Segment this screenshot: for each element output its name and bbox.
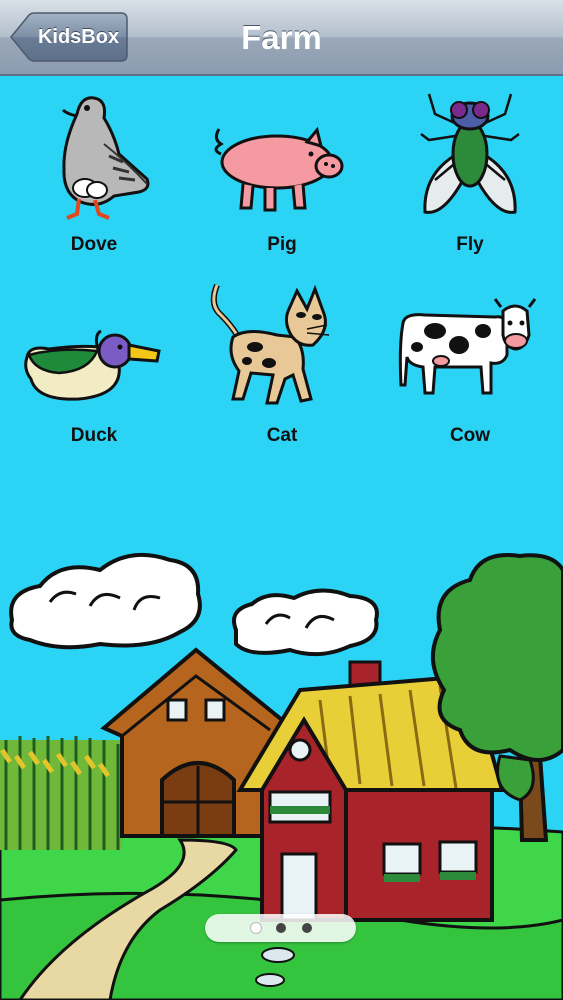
stepping-stone	[261, 947, 295, 963]
animal-item-cat[interactable]: Cat	[207, 275, 357, 465]
fly-icon	[420, 93, 520, 214]
cat-icon	[210, 283, 330, 405]
animal-label: Duck	[70, 425, 118, 446]
animal-label: Fly	[456, 234, 484, 255]
cloud-right	[232, 588, 379, 657]
animal-label: Cow	[449, 425, 491, 446]
animal-item-cow[interactable]: Cow	[395, 275, 545, 465]
page-control[interactable]	[205, 914, 356, 942]
animal-item-fly[interactable]: Fly	[395, 84, 545, 274]
animal-label: Pig	[267, 234, 297, 255]
stepping-stone	[255, 973, 285, 987]
animal-item-dove[interactable]: Dove	[19, 84, 169, 274]
navigation-bar: KidsBox Farm	[0, 0, 563, 76]
dove-icon	[61, 96, 150, 220]
cornfield	[0, 736, 122, 850]
animal-label: Cat	[266, 425, 298, 446]
cow-icon	[398, 298, 537, 395]
page-dot[interactable]	[302, 923, 312, 933]
page-dot[interactable]	[276, 923, 286, 933]
page-title: Farm	[241, 19, 322, 56]
barn	[100, 647, 284, 838]
cloud-left	[9, 552, 202, 650]
animal-item-pig[interactable]: Pig	[207, 84, 357, 274]
animal-item-duck[interactable]: Duck	[19, 275, 169, 465]
pig-icon	[214, 126, 344, 212]
duck-icon	[24, 329, 161, 401]
page-dot-active[interactable]	[251, 923, 261, 933]
animal-label: Dove	[70, 234, 118, 255]
